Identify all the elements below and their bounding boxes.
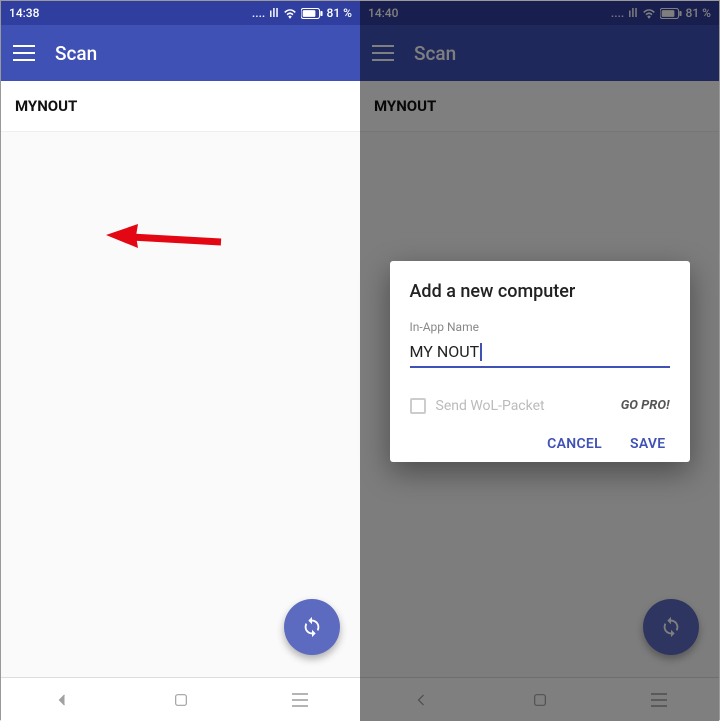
android-navbar (1, 677, 360, 721)
save-button[interactable]: SAVE (630, 436, 666, 452)
status-time: 14:38 (9, 6, 39, 20)
nav-recent-icon[interactable] (291, 693, 309, 707)
name-input[interactable]: MY NOUT (410, 342, 670, 368)
text-cursor-icon (480, 343, 482, 361)
modal-overlay[interactable]: Add a new computer In-App Name MY NOUT S… (360, 1, 719, 721)
cancel-button[interactable]: CANCEL (547, 436, 602, 452)
hamburger-icon[interactable] (13, 45, 35, 61)
name-input-value: MY NOUT (410, 342, 480, 361)
annotation-arrow-icon (106, 222, 226, 262)
name-field-label: In-App Name (410, 320, 670, 334)
status-icons: .... ıll 81 % (252, 6, 352, 20)
add-computer-dialog: Add a new computer In-App Name MY NOUT S… (390, 261, 690, 462)
status-bar: 14:38 .... ıll 81 % (1, 1, 360, 25)
wifi-icon (283, 7, 297, 19)
phone-right: 14:40 .... ıll 81 % Scan MYNOUT Add a ne… (360, 1, 719, 721)
refresh-icon (301, 616, 323, 638)
phone-left: 14:38 .... ıll 81 % Scan MYNOUT (1, 1, 360, 721)
nav-home-icon[interactable] (173, 692, 189, 708)
wol-label: Send WoL-Packet (436, 398, 545, 414)
wol-row: Send WoL-Packet GO PRO! (410, 398, 670, 414)
app-toolbar: Scan (1, 25, 360, 81)
go-pro-link[interactable]: GO PRO! (621, 398, 670, 413)
wol-checkbox[interactable] (410, 398, 426, 414)
dialog-title: Add a new computer (410, 281, 670, 302)
refresh-fab[interactable] (284, 599, 340, 655)
battery-text: 81 % (327, 6, 352, 20)
content-area (1, 132, 360, 677)
device-list-item[interactable]: MYNOUT (1, 81, 360, 132)
signal-dots-icon: .... (252, 6, 265, 20)
battery-icon (301, 8, 323, 19)
signal-bars-icon: ıll (269, 6, 278, 20)
toolbar-title: Scan (55, 42, 97, 65)
dialog-actions: CANCEL SAVE (410, 436, 670, 452)
nav-back-icon[interactable] (52, 690, 72, 710)
